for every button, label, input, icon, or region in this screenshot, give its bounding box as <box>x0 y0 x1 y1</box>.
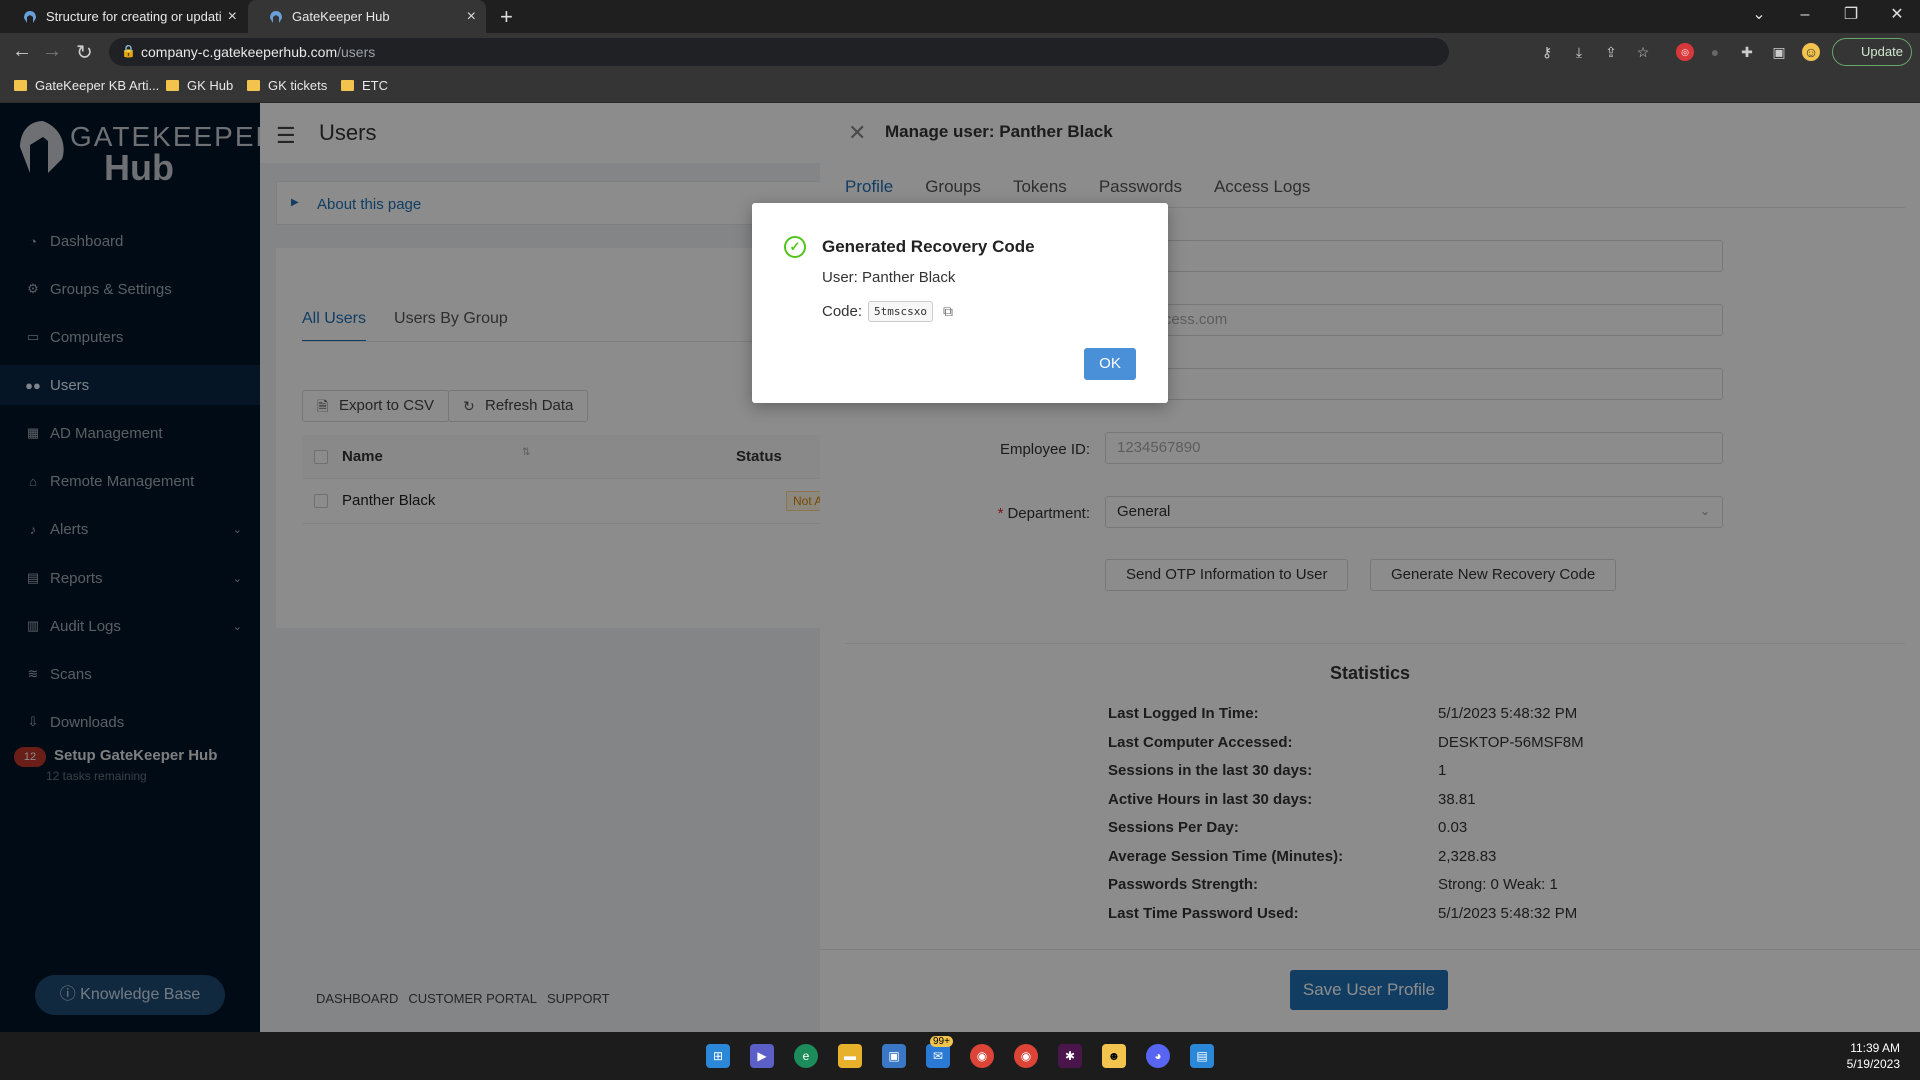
modal-mask[interactable] <box>0 103 820 1032</box>
app-viewport: GATEKEEPER Hub ◔ Dashboard ⚙ Groups & Sett… <box>0 103 1920 1032</box>
lock-icon[interactable]: 🔒 <box>121 44 136 58</box>
bookmark-label: ETC <box>362 78 388 93</box>
tab-label: GateKeeper Hub <box>292 9 390 24</box>
kakaotalk-icon[interactable]: ☻ <box>1102 1044 1126 1068</box>
windows-start-icon[interactable]: ⊞ <box>706 1044 730 1068</box>
ok-label: OK <box>1099 355 1121 372</box>
extension-red-icon[interactable]: ◎ <box>1676 43 1694 61</box>
teams-chat-icon[interactable]: ▶ <box>750 1044 774 1068</box>
os-taskbar: ⊞ ▶ e ▬ ▣ ✉ 99+ ◉ ◉ ✱ ☻ ◕ ▤ 11:39 AM 5/1… <box>0 1032 1920 1080</box>
url-host: company-c.gatekeeperhub.com <box>141 44 338 60</box>
close-tab-icon[interactable]: × <box>228 8 237 26</box>
bookmark-item[interactable]: GK Hub <box>166 78 233 93</box>
bookmark-item[interactable]: ETC <box>341 78 388 93</box>
dialog-user: User: Panther Black <box>822 269 956 286</box>
puzzle-icon[interactable]: ✚ <box>1738 43 1756 61</box>
address-toolbar: ← → ↻ 🔒 company-c.gatekeeperhub.com/user… <box>0 33 1920 71</box>
bookmark-label: GK tickets <box>268 78 328 93</box>
check-circle-icon: ✓ <box>784 236 806 258</box>
dialog-code-row: Code: 5tmscsxo ⧉ <box>822 301 953 322</box>
back-icon[interactable]: ← <box>12 40 32 63</box>
reload-icon[interactable]: ↻ <box>76 40 93 65</box>
store-icon[interactable]: ▣ <box>882 1044 906 1068</box>
discord-icon[interactable]: ◕ <box>1146 1044 1170 1068</box>
key-icon[interactable]: ⚷ <box>1538 43 1556 61</box>
sidepanel-icon[interactable]: ▣ <box>1770 43 1788 61</box>
folder-icon <box>14 80 27 91</box>
browser-tab-strip: Structure for creating or updating × Gat… <box>0 0 1920 33</box>
window-close-icon[interactable]: ✕ <box>1874 0 1920 33</box>
bookmark-label: GK Hub <box>187 78 234 93</box>
folder-icon <box>166 80 179 91</box>
extension-gray-icon[interactable]: ● <box>1706 43 1724 61</box>
file-explorer-icon[interactable]: ▬ <box>838 1044 862 1068</box>
edge-icon[interactable]: e <box>794 1044 818 1068</box>
bookmarks-bar: GateKeeper KB Arti... GK Hub GK tickets … <box>0 71 1920 103</box>
minimize-icon[interactable]: – <box>1782 0 1828 33</box>
tab-search-icon[interactable]: ⌄ <box>1736 0 1782 33</box>
system-clock[interactable]: 11:39 AM 5/19/2023 <box>1847 1040 1900 1072</box>
url-text: company-c.gatekeeperhub.com/users <box>141 44 375 60</box>
url-path: /users <box>337 44 376 60</box>
install-icon[interactable]: ⤓ <box>1570 43 1588 61</box>
mail-icon[interactable]: ✉ <box>926 1044 950 1068</box>
copy-icon[interactable]: ⧉ <box>943 303 953 320</box>
helmet-favicon-icon <box>22 9 38 25</box>
restore-icon[interactable]: ❐ <box>1828 0 1874 33</box>
bookmark-item[interactable]: GK tickets <box>247 78 327 93</box>
chrome-icon[interactable]: ◉ <box>970 1044 994 1068</box>
clock-date: 5/19/2023 <box>1846 1057 1900 1071</box>
profile-avatar-icon[interactable]: ☺ <box>1802 43 1820 61</box>
recovery-code-dialog: ✓ Generated Recovery Code User: Panther … <box>752 203 1168 403</box>
ok-button[interactable]: OK <box>1084 348 1136 380</box>
app-window-icon[interactable]: ▤ <box>1190 1044 1214 1068</box>
bookmark-item[interactable]: GateKeeper KB Arti... <box>14 78 159 93</box>
star-icon[interactable]: ☆ <box>1634 43 1652 61</box>
helmet-favicon-icon <box>268 9 284 25</box>
recovery-code-value[interactable]: 5tmscsxo <box>868 301 934 322</box>
folder-icon <box>341 80 354 91</box>
window-controls: ⌄ – ❐ ✕ <box>1736 0 1920 33</box>
code-label: Code: <box>822 303 863 320</box>
mail-badge: 99+ <box>930 1036 953 1047</box>
url-bar[interactable]: 🔒 company-c.gatekeeperhub.com/users <box>109 38 1449 66</box>
chrome-active-icon[interactable]: ◉ <box>1014 1044 1038 1068</box>
update-button[interactable]: Update <box>1832 38 1912 66</box>
close-tab-icon[interactable]: × <box>467 8 476 26</box>
bookmark-label: GateKeeper KB Arti... <box>35 78 160 93</box>
share-icon[interactable]: ⇪ <box>1602 43 1620 61</box>
update-label: Update <box>1861 44 1903 59</box>
clock-time: 11:39 AM <box>1850 1041 1900 1055</box>
folder-icon <box>247 80 260 91</box>
browser-tab-active[interactable]: GateKeeper Hub × <box>248 0 486 33</box>
tab-label: Structure for creating or updating <box>46 9 222 24</box>
new-tab-icon[interactable]: + <box>500 4 513 30</box>
dialog-title: Generated Recovery Code <box>822 237 1035 256</box>
forward-icon[interactable]: → <box>42 40 62 63</box>
slack-icon[interactable]: ✱ <box>1058 1044 1082 1068</box>
browser-tab[interactable]: Structure for creating or updating × <box>2 0 247 33</box>
